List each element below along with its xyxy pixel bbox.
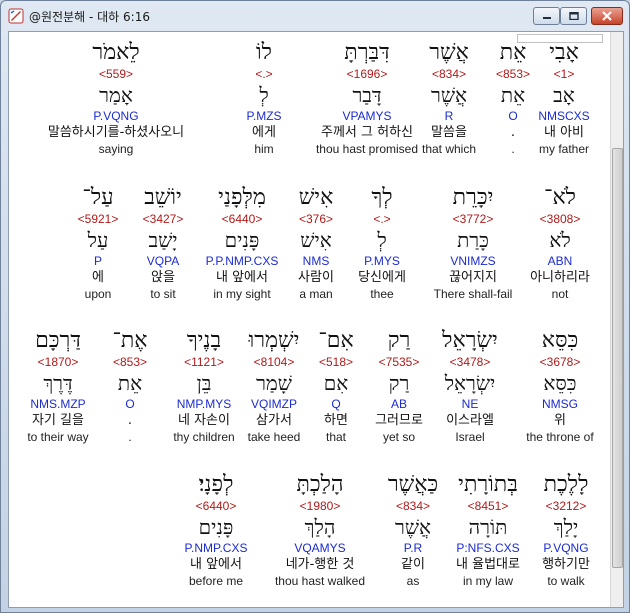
parsing-code: P.MZS: [246, 109, 282, 123]
english-gloss: upon: [84, 287, 112, 301]
strong-number: <559>: [98, 67, 134, 81]
vertical-scrollbar[interactable]: [610, 32, 623, 607]
app-window: @원전분해 - 대하 6:16 אָבִי <1> אָב NMSCXS 내 아비 my …: [0, 0, 630, 613]
verse-row: כִּסֵּא <3678> כִּסֵּא NMSG 위 the throne of יִ…: [9, 328, 609, 468]
verse-row: לֹא־ <3808> לֹא ABN 아니하리라 not יִכָּרֵת <3772> כָ…: [9, 185, 609, 325]
word-cell[interactable]: עַל־ <5921> עַל P 에 upon: [18, 185, 178, 302]
hebrew-word: לוֹ: [256, 40, 272, 65]
title-bar[interactable]: @원전분해 - 대하 6:16: [1, 1, 629, 31]
maximize-button[interactable]: [560, 7, 587, 25]
strong-number: <6440>: [195, 499, 237, 513]
minimize-button[interactable]: [533, 7, 560, 25]
parsing-code: NMS.MZP: [30, 397, 86, 411]
close-button[interactable]: [591, 7, 623, 25]
word-cell[interactable]: לְפָנָי׃ <6440> פָּנִים P.NMP.CXS 내 앞에서 befor…: [136, 472, 296, 589]
parsing-code: P: [93, 254, 102, 268]
lemma-word: פָּנִים: [198, 515, 234, 539]
parsing-code: P.NMP.CXS: [184, 541, 248, 555]
hebrew-word: דַּרְכָּם: [35, 328, 81, 353]
word-cell[interactable]: לֵאמֹר <559> אָמַר P.VQNG 말씀하시기를-하셨사오니 saying: [36, 40, 196, 157]
korean-gloss: 말씀하시기를-하셨사오니: [47, 125, 185, 140]
korean-gloss: 에게: [252, 125, 276, 140]
hebrew-word: עַל־: [82, 185, 114, 210]
korean-gloss: 내 앞에서: [190, 557, 242, 572]
parsing-code: P.VQNG: [93, 109, 139, 123]
word-cell[interactable]: לוֹ <.> לְ P.MZS 에게 him: [184, 40, 344, 157]
app-logo-icon: [8, 8, 24, 24]
strong-number: <5921>: [77, 212, 119, 226]
english-gloss: before me: [188, 574, 244, 588]
lemma-word: עַל: [87, 228, 109, 252]
verse-row: לָלֶכֶת <3212> יָלַךְ P.VQNG 행하기만 to walk בְּת…: [9, 472, 609, 607]
english-gloss: him: [254, 142, 274, 156]
lemma-word: דֶּרֶךְ: [43, 371, 73, 395]
window-title: @원전분해 - 대하 6:16: [29, 10, 150, 24]
maximize-icon: [568, 12, 579, 20]
scrollbar-thumb[interactable]: [612, 148, 623, 568]
lemma-word: אָמַר: [99, 83, 133, 107]
close-icon: [602, 11, 612, 21]
english-gloss: saying: [98, 142, 134, 156]
korean-gloss: 자기 길을: [32, 413, 84, 428]
strong-number: <1870>: [37, 355, 79, 369]
english-gloss: to their way: [27, 430, 89, 444]
verse-row: אָבִי <1> אָב NMSCXS 내 아비 my father אֵת <853> אֵ…: [9, 40, 609, 180]
korean-gloss: 에: [92, 270, 104, 285]
interlinear-view: אָבִי <1> אָב NMSCXS 내 아비 my father אֵת <853> אֵ…: [8, 31, 624, 608]
strong-number: <.>: [255, 67, 273, 81]
hebrew-word: לֵאמֹר: [92, 40, 140, 65]
minimize-icon: [542, 17, 551, 19]
lemma-word: לְ: [259, 83, 269, 107]
hebrew-word: לְפָנָי׃: [198, 472, 234, 497]
word-cell[interactable]: דַּרְכָּם <1870> דֶּרֶךְ NMS.MZP 자기 길을 to the…: [9, 328, 138, 445]
